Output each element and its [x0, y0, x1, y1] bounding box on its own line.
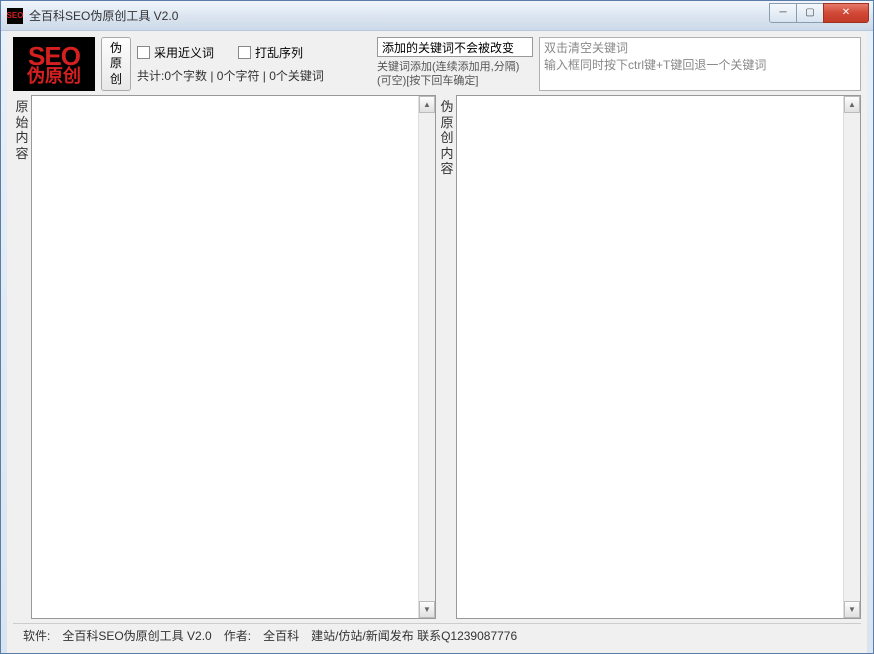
checkbox-row: 采用近义词 打乱序列 — [137, 44, 371, 61]
scrollbar[interactable]: ▲ ▼ — [418, 96, 435, 618]
result-label: 伪 原 创 内 容 — [438, 95, 456, 619]
keyword-input[interactable] — [377, 37, 533, 57]
scrollbar[interactable]: ▲ ▼ — [843, 96, 860, 618]
checkbox-icon — [137, 46, 150, 59]
author-label: 作者: — [224, 627, 251, 644]
shuffle-label: 打乱序列 — [255, 44, 303, 61]
titlebar[interactable]: SEO 全百科SEO伪原创工具 V2.0 ─ ▢ ✕ — [1, 1, 873, 31]
client-area: SEO 伪原创 伪 原 创 采用近义词 打乱序列 — [7, 31, 867, 653]
keyword-block: 关键词添加(连续添加用,分隔)(可空)[按下回车确定] — [377, 37, 533, 91]
author-name: 全百科 — [263, 627, 299, 644]
synonym-checkbox[interactable]: 采用近义词 — [137, 44, 214, 61]
checkbox-icon — [238, 46, 251, 59]
scroll-up-icon[interactable]: ▲ — [419, 96, 435, 113]
original-label: 原 始 内 容 — [13, 95, 31, 619]
original-panel: 原 始 内 容 ▲ ▼ — [13, 95, 436, 619]
instructions-box[interactable]: 双击清空关键词 输入框同时按下ctrl键+T键回退一个关键词 — [539, 37, 861, 91]
software-label: 软件: — [23, 627, 50, 644]
result-panel: 伪 原 创 内 容 ▲ ▼ — [438, 95, 861, 619]
window-controls: ─ ▢ ✕ — [770, 3, 869, 23]
minimize-button[interactable]: ─ — [769, 3, 797, 23]
scroll-track[interactable] — [844, 113, 860, 601]
app-icon: SEO — [7, 8, 23, 24]
contact-info: 建站/仿站/新闻发布 联系Q1239087776 — [311, 627, 517, 644]
statusbar: 软件: 全百科SEO伪原创工具 V2.0 作者: 全百科 建站/仿站/新闻发布 … — [13, 623, 861, 647]
main-window: SEO 全百科SEO伪原创工具 V2.0 ─ ▢ ✕ SEO 伪原创 伪 原 创 — [0, 0, 874, 654]
synonym-label: 采用近义词 — [154, 44, 214, 61]
generate-button[interactable]: 伪 原 创 — [101, 37, 131, 91]
keyword-hint: 关键词添加(连续添加用,分隔)(可空)[按下回车确定] — [377, 60, 533, 89]
shuffle-checkbox[interactable]: 打乱序列 — [238, 44, 303, 61]
instruction-line2: 输入框同时按下ctrl键+T键回退一个关键词 — [544, 57, 856, 74]
maximize-button[interactable]: ▢ — [796, 3, 824, 23]
logo: SEO 伪原创 — [13, 37, 95, 91]
options-block: 采用近义词 打乱序列 共计:0个字数 | 0个字符 | 0个关键词 — [137, 37, 371, 91]
app-icon-text: SEO — [7, 12, 24, 20]
result-textarea[interactable]: ▲ ▼ — [456, 95, 861, 619]
original-textarea[interactable]: ▲ ▼ — [31, 95, 436, 619]
scroll-up-icon[interactable]: ▲ — [844, 96, 860, 113]
stats-text: 共计:0个字数 | 0个字符 | 0个关键词 — [137, 67, 371, 84]
scroll-down-icon[interactable]: ▼ — [844, 601, 860, 618]
instruction-line1: 双击清空关键词 — [544, 40, 856, 57]
software-name: 全百科SEO伪原创工具 V2.0 — [62, 627, 211, 644]
top-panel: SEO 伪原创 伪 原 创 采用近义词 打乱序列 — [7, 31, 867, 95]
scroll-down-icon[interactable]: ▼ — [419, 601, 435, 618]
logo-line2: 伪原创 — [27, 67, 81, 85]
window-title: 全百科SEO伪原创工具 V2.0 — [29, 7, 770, 24]
main-panels: 原 始 内 容 ▲ ▼ 伪 原 创 内 — [7, 95, 867, 623]
scroll-track[interactable] — [419, 113, 435, 601]
close-button[interactable]: ✕ — [823, 3, 869, 23]
